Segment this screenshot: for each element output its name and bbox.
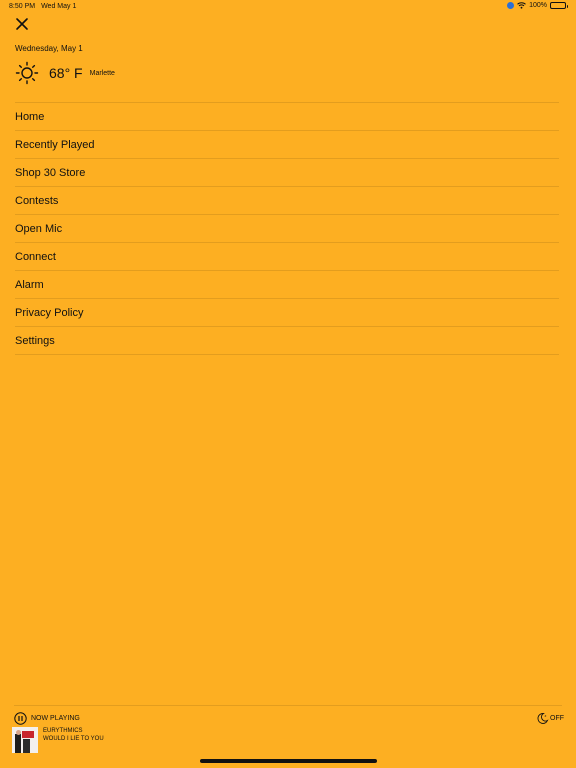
menu-item-label: Privacy Policy (15, 306, 84, 319)
location-icon (507, 2, 515, 9)
menu-item-recently-played[interactable]: Recently Played (15, 131, 559, 159)
status-time: 8:50 PM (9, 3, 36, 10)
menu-item-contests[interactable]: Contests (15, 187, 559, 215)
menu-item-privacy-policy[interactable]: Privacy Policy (15, 299, 559, 327)
menu-item-label: Open Mic (15, 222, 63, 235)
battery-percent: 100% (529, 2, 547, 9)
pause-icon[interactable] (14, 712, 27, 725)
home-indicator[interactable] (200, 759, 377, 763)
menu-item-settings[interactable]: Settings (15, 327, 559, 355)
status-bar: 8:50 PM Wed May 1 100% (0, 0, 576, 14)
sun-icon (15, 61, 39, 85)
status-date: Wed May 1 (41, 3, 77, 10)
album-art[interactable] (12, 727, 38, 753)
now-playing-label: NOW PLAYING (31, 715, 80, 722)
menu-item-label: Home (15, 110, 45, 123)
track-info: EURYTHMICS WOULD I LIE TO YOU (43, 727, 104, 743)
menu-item-label: Contests (15, 194, 59, 207)
svg-text:z: z (545, 714, 547, 718)
wifi-icon (517, 2, 526, 9)
weather-widget: 68° F Marlette (15, 60, 115, 86)
now-playing: NOW PLAYING (14, 712, 80, 725)
menu-item-open-mic[interactable]: Open Mic (15, 215, 559, 243)
close-icon (16, 18, 28, 30)
current-date: Wednesday, May 1 (15, 44, 83, 53)
menu-item-connect[interactable]: Connect (15, 243, 559, 271)
sleep-timer-button[interactable]: z OFF (536, 712, 564, 725)
menu-item-home[interactable]: Home (15, 103, 559, 131)
menu-item-label: Shop 30 Store (15, 166, 86, 179)
menu-item-shop[interactable]: Shop 30 Store (15, 159, 559, 187)
side-menu: Home Recently Played Shop 30 Store Conte… (15, 102, 559, 355)
moon-icon: z (537, 713, 549, 724)
menu-item-alarm[interactable]: Alarm (15, 271, 559, 299)
track-title: WOULD I LIE TO YOU (43, 736, 104, 742)
menu-item-label: Connect (15, 250, 56, 263)
battery-icon (550, 2, 568, 9)
sleep-timer-status: OFF (550, 715, 564, 722)
menu-item-label: Recently Played (15, 138, 95, 151)
menu-item-label: Alarm (15, 278, 44, 291)
track-artist: EURYTHMICS (43, 728, 83, 734)
close-button[interactable] (14, 16, 30, 32)
temperature: 68° F (49, 65, 83, 81)
menu-item-label: Settings (15, 334, 55, 347)
city-name: Marlette (89, 69, 115, 77)
